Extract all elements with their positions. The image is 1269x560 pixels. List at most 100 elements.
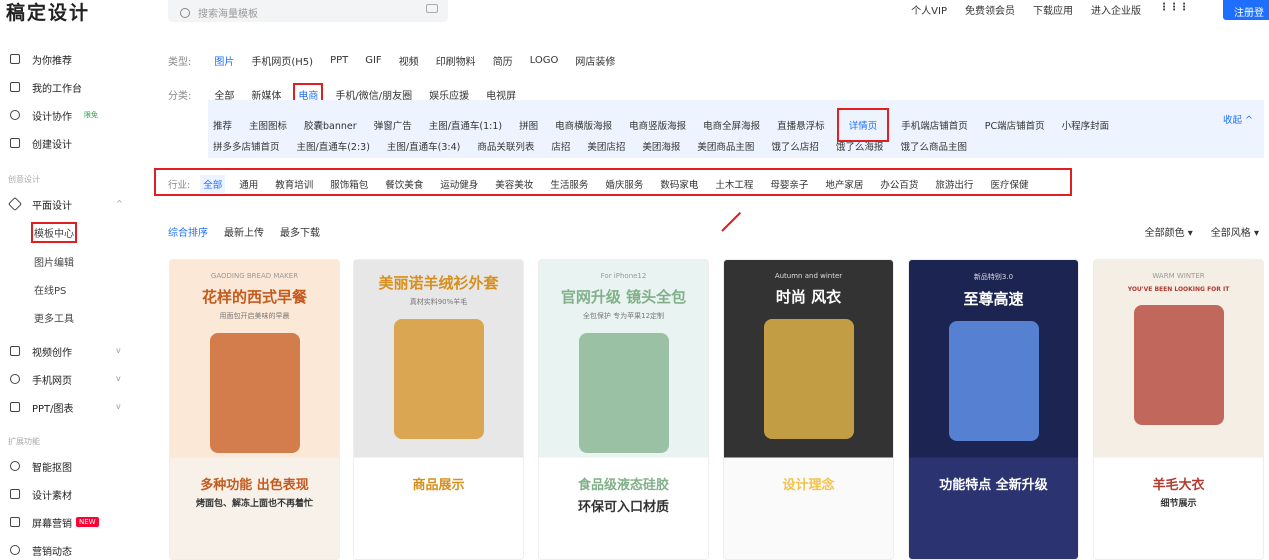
subcategory-option[interactable]: 弹窗广告	[371, 116, 415, 134]
chevron-down-icon[interactable]: v	[116, 346, 121, 355]
ppt-icon	[10, 402, 20, 412]
type-option[interactable]: GIF	[362, 53, 384, 68]
template-card[interactable]: For iPhone12 官网升级 镜头全包 全包保护 专为苹果12定制 食品级液态硅…	[538, 259, 709, 560]
sidebar-item-design[interactable]: 平面设计	[7, 195, 72, 213]
industry-option[interactable]: 通用	[236, 175, 261, 193]
download-link[interactable]: 下载应用	[1033, 2, 1073, 17]
sidebar-label: 平面设计	[32, 200, 72, 212]
subcategory-option[interactable]: 主图/直通车(2:3)	[294, 137, 373, 155]
template-card[interactable]: 美丽诺羊绒衫外套 真材实料90%羊毛 商品展示	[353, 259, 524, 560]
search-input[interactable]: 搜索海量模板	[168, 0, 448, 22]
type-option[interactable]: 图片	[211, 51, 237, 70]
industry-option[interactable]: 餐饮美食	[382, 175, 426, 193]
sidebar-item-ppt[interactable]: PPT/图表	[10, 398, 74, 416]
sidebar-item-create[interactable]: 创建设计	[10, 134, 72, 152]
subcategory-option[interactable]: 电商竖版海报	[626, 116, 689, 134]
subcategory-option[interactable]: 商品关联列表	[474, 137, 537, 155]
subcategory-option[interactable]: 手机端店铺首页	[898, 116, 971, 134]
subcategory-option[interactable]: 饿了么商品主图	[897, 137, 970, 155]
free-member-link[interactable]: 免费领会员	[965, 2, 1015, 17]
type-option[interactable]: 印刷物料	[433, 51, 479, 70]
vip-link[interactable]: 个人VIP	[911, 2, 947, 17]
sort-option[interactable]: 综合排序	[168, 224, 208, 239]
subcategory-option[interactable]: 直播悬浮标	[774, 116, 828, 134]
sidebar-sub-image-edit[interactable]: 图片编辑	[34, 254, 74, 269]
template-card[interactable]: WARM WINTER YOU'VE BEEN LOOKING FOR IT 羊毛大…	[1093, 259, 1264, 560]
sidebar-item-screen[interactable]: 屏幕营销 NEW	[10, 513, 99, 531]
subcategory-option[interactable]: 胶囊banner	[301, 116, 360, 134]
type-option[interactable]: 手机网页(H5)	[248, 51, 316, 70]
style-filter-dropdown[interactable]: 全部风格 ▾	[1211, 224, 1259, 239]
sidebar-item-collab[interactable]: 设计协作 限免	[10, 106, 98, 124]
card-product-image	[948, 321, 1039, 441]
sidebar-item-material[interactable]: 设计素材	[10, 485, 72, 503]
industry-option[interactable]: 医疗保健	[987, 175, 1031, 193]
logo[interactable]: 稿定设计	[6, 0, 90, 25]
type-option[interactable]: 简历	[490, 51, 516, 70]
subcategory-option[interactable]: 主图图标	[246, 116, 290, 134]
color-filter-dropdown[interactable]: 全部颜色 ▾	[1145, 224, 1193, 239]
subcategory-option[interactable]: PC端店铺首页	[982, 116, 1048, 134]
industry-option[interactable]: 母婴亲子	[767, 175, 811, 193]
template-card[interactable]: 新品特别3.0 至尊高速 功能特点 全新升级	[908, 259, 1079, 560]
sidebar-sub-template-center[interactable]: 模板中心	[31, 222, 77, 243]
industry-option[interactable]: 教育培训	[272, 175, 316, 193]
chevron-up-icon[interactable]: ^	[116, 199, 123, 208]
industry-option[interactable]: 办公百货	[877, 175, 921, 193]
sidebar-item-cutout[interactable]: 智能抠图	[10, 457, 72, 475]
type-option[interactable]: PPT	[327, 53, 351, 68]
subcategory-option[interactable]: 推荐	[210, 116, 235, 134]
industry-option[interactable]: 全部	[200, 175, 226, 193]
card-title: YOU'VE BEEN LOOKING FOR IT	[1127, 286, 1230, 293]
grid-menu-icon[interactable]: ⋮⋮⋮	[1159, 2, 1189, 17]
chevron-down-icon[interactable]: v	[116, 402, 121, 411]
sidebar-item-marketing[interactable]: 营销动态	[10, 541, 72, 559]
sidebar-item-workspace[interactable]: 我的工作台	[10, 78, 82, 96]
sidebar-item-recommend[interactable]: 为你推荐	[10, 50, 72, 68]
subcategory-option-detail[interactable]: 详情页	[836, 108, 890, 142]
subcategory-option[interactable]: 美团店招	[584, 137, 628, 155]
type-option[interactable]: 网店装修	[572, 51, 618, 70]
template-card[interactable]: GAODING BREAD MAKER 花样的西式早餐 用面包开启美味的早晨 多种功能…	[169, 259, 340, 560]
subcategory-option[interactable]: 美团海报	[639, 137, 683, 155]
industry-option[interactable]: 美容美妆	[492, 175, 536, 193]
industry-option[interactable]: 婚庆服务	[602, 175, 646, 193]
sidebar-item-h5[interactable]: 手机网页	[10, 370, 72, 388]
sort-option[interactable]: 最新上传	[224, 224, 264, 239]
template-card[interactable]: Autumn and winter 时尚 风衣 设计理念	[723, 259, 894, 560]
sidebar-label: 智能抠图	[32, 462, 72, 474]
industry-option[interactable]: 旅游出行	[932, 175, 976, 193]
subcategory-option[interactable]: 拼图	[516, 116, 541, 134]
subcategory-option[interactable]: 小程序封面	[1059, 116, 1113, 134]
sidebar-label: PPT/图表	[32, 403, 74, 415]
industry-option[interactable]: 生活服务	[547, 175, 591, 193]
subcategory-option[interactable]: 饿了么海报	[833, 137, 887, 155]
type-option[interactable]: LOGO	[527, 53, 562, 68]
industry-option[interactable]: 地产家居	[822, 175, 866, 193]
enterprise-link[interactable]: 进入企业版	[1091, 2, 1141, 17]
subcategory-option[interactable]: 主图/直通车(1:1)	[426, 116, 505, 134]
sidebar-sub-online-ps[interactable]: 在线PS	[34, 282, 66, 297]
camera-icon[interactable]	[426, 4, 438, 13]
subcategory-option[interactable]: 店招	[548, 137, 573, 155]
sidebar-item-video[interactable]: 视频创作	[10, 342, 72, 360]
subcategory-option[interactable]: 拼多多店铺首页	[210, 137, 283, 155]
subcategory-option[interactable]: 饿了么店招	[768, 137, 822, 155]
industry-option[interactable]: 土木工程	[712, 175, 756, 193]
industry-option[interactable]: 数码家电	[657, 175, 701, 193]
top-bar: 稿定设计 搜索海量模板 个人VIP 免费领会员 下载应用 进入企业版 ⋮⋮⋮ 注…	[0, 0, 1269, 34]
subcategory-option[interactable]: 电商全屏海报	[700, 116, 763, 134]
subcategory-option[interactable]: 电商横版海报	[552, 116, 615, 134]
subcategory-option[interactable]: 主图/直通车(3:4)	[384, 137, 463, 155]
card-title: 美丽诺羊绒衫外套	[378, 274, 499, 292]
sort-option[interactable]: 最多下载	[280, 224, 320, 239]
screen-icon	[10, 517, 20, 527]
industry-option[interactable]: 服饰箱包	[327, 175, 371, 193]
chevron-down-icon[interactable]: v	[116, 374, 121, 383]
type-option[interactable]: 视频	[396, 51, 422, 70]
subcategory-option[interactable]: 美团商品主图	[694, 137, 757, 155]
industry-option[interactable]: 运动健身	[437, 175, 481, 193]
collapse-button[interactable]: 收起 ^	[1223, 112, 1253, 126]
register-button[interactable]: 注册登录	[1223, 0, 1269, 34]
sidebar-sub-more-tools[interactable]: 更多工具	[34, 310, 74, 325]
